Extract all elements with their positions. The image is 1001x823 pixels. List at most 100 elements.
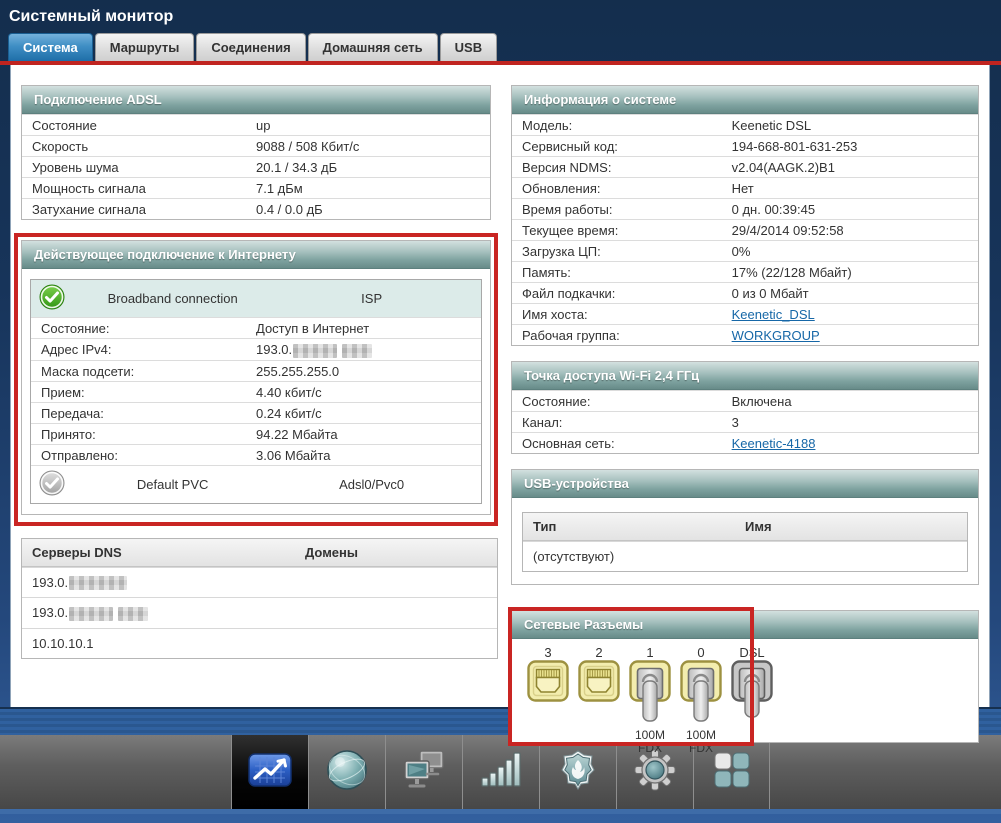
adsl-row-power: Мощность сигнала 7.1 дБм xyxy=(22,177,490,198)
tab-connections[interactable]: Соединения xyxy=(196,33,306,61)
row-value: Keenetic_DSL xyxy=(732,307,968,322)
ethernet-jack-empty-icon xyxy=(527,660,569,706)
wifi-row-ssid: Основная сеть: Keenetic-4188 xyxy=(512,432,978,453)
inet-row-mask: Маска подсети: 255.255.255.0 xyxy=(31,359,481,381)
row-label: Состояние: xyxy=(522,394,591,409)
row-value: 0.24 кбит/с xyxy=(256,405,322,421)
wifi-panel-title: Точка доступа Wi-Fi 2,4 ГГц xyxy=(512,362,978,390)
row-label: Затухание сигнала xyxy=(32,202,146,217)
row-label: Передача: xyxy=(41,405,104,421)
tab-home-network[interactable]: Домашняя сеть xyxy=(307,33,438,61)
dns-col-servers: Серверы DNS xyxy=(32,544,122,560)
inet-row-ipv4: Адрес IPv4: 193.0. xyxy=(31,338,481,360)
row-value: Keenetic-4188 xyxy=(732,436,968,451)
broadband-connection-box: Broadband connection ISP Состояние: Досту… xyxy=(30,279,482,504)
row-value: WORKGROUP xyxy=(732,328,968,343)
row-value: 0% xyxy=(731,244,751,259)
port-speed-line2: FDX xyxy=(638,741,662,755)
row-value: 4.40 кбит/с xyxy=(256,384,322,400)
ipv4-prefix: 193.0. xyxy=(256,342,293,357)
connection-name: Broadband connection xyxy=(107,291,238,306)
usb-panel: USB-устройства Тип Имя (отсутствуют) xyxy=(511,469,979,585)
row-label: Мощность сигнала xyxy=(32,181,146,196)
usb-empty-text: (отсутствуют) xyxy=(533,549,615,564)
adsl-row-speed: Скорость 9088 / 508 Кбит/с xyxy=(22,135,490,156)
row-label: Время работы: xyxy=(522,202,613,217)
internet-panel-title: Действующее подключение к Интернету xyxy=(22,241,490,269)
tab-usb[interactable]: USB xyxy=(439,33,498,61)
toolbar-item-wifi[interactable] xyxy=(462,735,539,809)
tab-routes[interactable]: Маршруты xyxy=(94,33,195,61)
system-info-title: Информация о системе xyxy=(512,86,978,114)
row-label: Состояние xyxy=(32,118,97,133)
row-value: 193.0. xyxy=(256,342,471,358)
toolbar-item-system-monitor[interactable] xyxy=(231,735,308,809)
usb-table-header: Тип Имя xyxy=(523,513,967,541)
inet-row-state: Состояние: Доступ в Интернет xyxy=(31,317,481,338)
row-label: Состояние: xyxy=(41,321,110,336)
ports-row: 3 2 1 100M FDX 0 100M FDX DSL xyxy=(512,639,978,755)
system-info-panel: Информация о системе Модель: Keenetic DSL… xyxy=(511,85,979,346)
row-label: Файл подкачки: xyxy=(522,286,616,301)
shield-icon xyxy=(558,749,598,796)
ssid-link[interactable]: Keenetic-4188 xyxy=(732,436,816,451)
apps-grid-icon xyxy=(712,750,752,795)
row-value: 0 из 0 Мбайт xyxy=(731,286,809,301)
row-value: 194-668-801-631-253 xyxy=(731,139,858,154)
sysinfo-row-service-code: Сервисный код: 194-668-801-631-253 xyxy=(512,135,978,156)
sysinfo-row-hostname: Имя хоста: Keenetic_DSL xyxy=(512,303,978,324)
dns-server-value: 10.10.10.1 xyxy=(32,635,94,651)
sysinfo-row-model: Модель: Keenetic DSL xyxy=(512,114,978,135)
port-0: 0 100M FDX xyxy=(679,645,723,755)
toolbar-item-home-network[interactable] xyxy=(385,735,462,809)
left-column: Подключение ADSL Состояние up Скорость 908… xyxy=(14,85,498,659)
adsl-row-state: Состояние up xyxy=(22,114,490,135)
workgroup-link[interactable]: WORKGROUP xyxy=(732,328,820,343)
tab-system[interactable]: Система xyxy=(8,33,93,61)
row-value: 3 xyxy=(731,415,739,430)
ethernet-jack-empty-icon xyxy=(578,660,620,706)
usb-col-type: Тип xyxy=(533,519,557,534)
wifi-row-state: Состояние: Включена xyxy=(512,390,978,411)
row-label: Текущее время: xyxy=(522,223,619,238)
row-label: Версия NDMS: xyxy=(522,160,612,175)
row-label: Отправлено: xyxy=(41,447,119,463)
adsl-panel: Подключение ADSL Состояние up Скорость 908… xyxy=(21,85,491,220)
port-label: 0 xyxy=(697,645,705,660)
blurred-ip-segment xyxy=(69,606,114,621)
row-label: Загрузка ЦП: xyxy=(522,244,601,259)
port-3: 3 xyxy=(526,645,570,736)
inet-row-rx-rate: Прием: 4.40 кбит/с xyxy=(31,380,481,402)
port-label: 1 xyxy=(646,645,654,660)
dns-table: Серверы DNS Домены 193.0. 193.0. 10.10.1… xyxy=(21,537,498,659)
row-value: Доступ в Интернет xyxy=(256,321,370,336)
row-value: 9088 / 508 Кбит/с xyxy=(256,139,360,154)
dns-row: 193.0. xyxy=(22,597,497,628)
sysinfo-row-workgroup: Рабочая группа: WORKGROUP xyxy=(512,324,978,345)
default-pvc-row[interactable]: Default PVC Adsl0/Pvc0 xyxy=(31,464,481,503)
toolbar-item-security[interactable] xyxy=(539,735,616,809)
row-value: 0 дн. 00:39:45 xyxy=(731,202,816,217)
row-value: 20.1 / 34.3 дБ xyxy=(256,160,338,175)
dns-col-domains: Домены xyxy=(305,544,358,560)
sysinfo-row-current-time: Текущее время: 29/4/2014 09:52:58 xyxy=(512,219,978,240)
hostname-link[interactable]: Keenetic_DSL xyxy=(732,307,815,322)
dns-ip-prefix: 193.0. xyxy=(32,574,69,590)
blurred-ip-segment xyxy=(118,606,149,621)
row-label: Модель: xyxy=(522,118,573,133)
dns-ip-prefix: 193.0. xyxy=(32,605,69,621)
dns-row: 193.0. xyxy=(22,566,497,598)
sysinfo-row-uptime: Время работы: 0 дн. 00:39:45 xyxy=(512,198,978,219)
row-label: Рабочая группа: xyxy=(522,328,620,343)
globe-icon xyxy=(326,749,368,796)
row-value: Включена xyxy=(731,394,792,409)
port-label: DSL xyxy=(739,645,765,660)
highlight-box-internet: Действующее подключение к Интернету Broa… xyxy=(14,233,498,526)
internet-panel: Действующее подключение к Интернету Broa… xyxy=(21,240,491,515)
system-monitor-chart-icon xyxy=(247,751,293,794)
toolbar-item-internet[interactable] xyxy=(308,735,385,809)
sysinfo-row-swap: Файл подкачки: 0 из 0 Мбайт xyxy=(512,282,978,303)
bottom-accent-line xyxy=(0,809,1001,814)
broadband-connection-header[interactable]: Broadband connection ISP xyxy=(31,280,481,317)
